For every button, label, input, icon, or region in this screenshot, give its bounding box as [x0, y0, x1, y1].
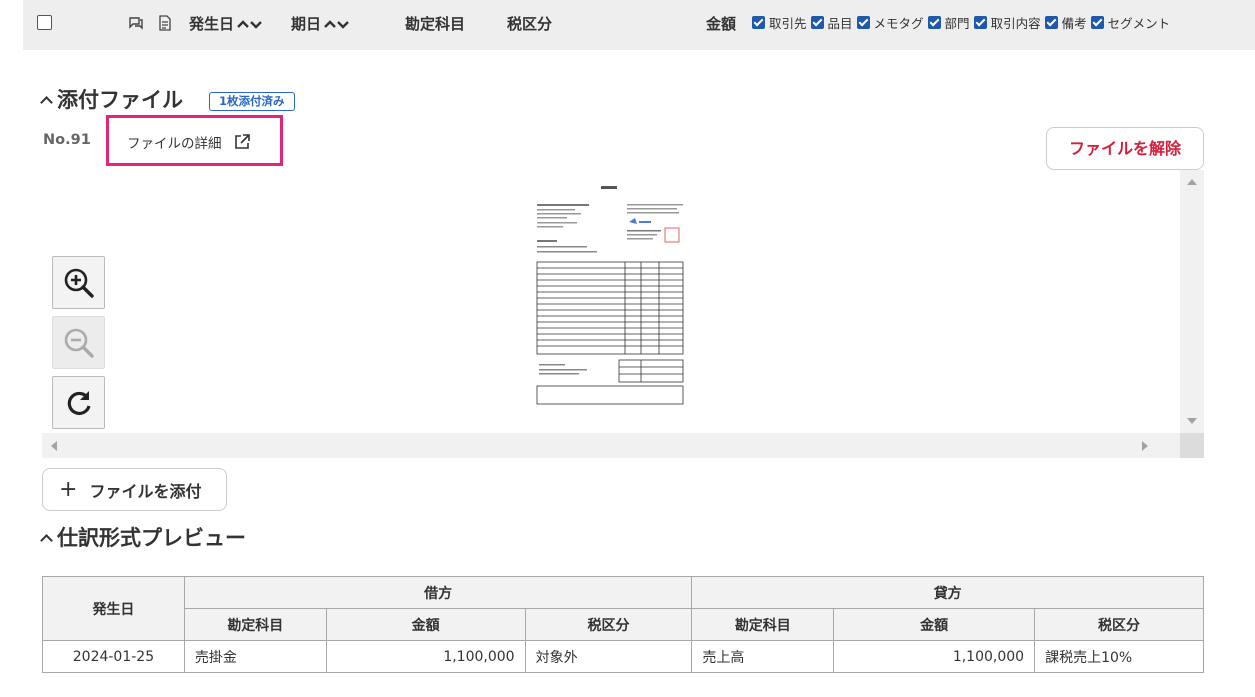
- option-segment[interactable]: セグメント: [1090, 13, 1170, 32]
- checkbox-checked[interactable]: [1090, 16, 1104, 29]
- attachments-section-toggle[interactable]: 添付ファイル: [38, 84, 183, 114]
- cell-credit-amount: 1,100,000: [833, 640, 1036, 673]
- scroll-up-icon[interactable]: [1187, 179, 1197, 185]
- journal-section-toggle[interactable]: 仕訳形式プレビュー: [38, 522, 246, 552]
- attach-file-button[interactable]: + ファイルを添付: [42, 468, 227, 511]
- checkbox-checked[interactable]: [856, 16, 870, 29]
- header-occur-date: 発生日: [42, 576, 185, 641]
- option-partner[interactable]: 取引先: [752, 13, 807, 32]
- zoom-out-button[interactable]: [52, 316, 105, 369]
- cell-debit-account: 売掛金: [183, 640, 327, 673]
- attachments-title: 添付ファイル: [57, 88, 183, 112]
- journal-table: 発生日 借方 貸方 勘定科目 金額 税区分 勘定科目 金額 税区分 2024-0…: [42, 576, 1204, 673]
- collapse-caret-icon: [40, 95, 53, 109]
- checkbox-checked[interactable]: [752, 16, 765, 29]
- checkbox-checked[interactable]: [927, 16, 941, 29]
- journal-title: 仕訳形式プレビュー: [57, 526, 246, 550]
- horizontal-scrollbar[interactable]: [42, 433, 1180, 458]
- document-icon[interactable]: [156, 14, 174, 32]
- scroll-left-icon[interactable]: [51, 441, 57, 451]
- zoom-in-icon: [64, 268, 94, 298]
- select-all-checkbox[interactable]: [37, 15, 52, 30]
- comment-icon[interactable]: [127, 14, 145, 32]
- option-memo-tag[interactable]: メモタグ: [856, 13, 924, 32]
- header-credit-account: 勘定科目: [691, 608, 835, 641]
- plus-icon: +: [59, 476, 78, 502]
- header-credit-amount: 金額: [833, 608, 1036, 641]
- cell-date: 2024-01-25: [42, 640, 185, 673]
- vertical-scrollbar[interactable]: [1180, 170, 1204, 433]
- sort-occur-date[interactable]: 発生日: [189, 13, 264, 34]
- checkbox-checked[interactable]: [1044, 16, 1058, 29]
- sort-arrows-icon: [324, 20, 349, 29]
- scrollbar-corner: [1180, 433, 1204, 458]
- header-debit-account: 勘定科目: [183, 608, 327, 641]
- collapse-caret-icon: [40, 533, 53, 547]
- file-number: No.91: [43, 132, 91, 148]
- header-credit-tax: 税区分: [1034, 608, 1204, 641]
- header-debit-tax: 税区分: [524, 608, 693, 641]
- file-preview-viewer: [42, 170, 1204, 458]
- display-options: 取引先 品目 メモタグ 部門 取引内容 備考 セグメント: [752, 13, 1174, 32]
- checkbox-checked[interactable]: [810, 16, 824, 29]
- invoice-thumbnail: [535, 182, 687, 407]
- external-link-icon: [234, 134, 250, 149]
- header-debit: 借方: [183, 576, 693, 609]
- table-row: 2024-01-25 売掛金 1,100,000 対象外 売上高 1,100,0…: [42, 640, 1204, 673]
- option-section[interactable]: 部門: [927, 13, 970, 32]
- rotate-button[interactable]: [52, 376, 105, 429]
- attachment-count-badge: 1枚添付済み: [209, 92, 295, 111]
- option-remarks[interactable]: 備考: [1044, 13, 1087, 32]
- column-amount: 金額: [706, 15, 737, 33]
- column-tax: 税区分: [507, 15, 553, 33]
- cell-debit-amount: 1,100,000: [325, 640, 526, 673]
- detach-file-button[interactable]: ファイルを解除: [1046, 127, 1204, 170]
- sort-arrows-icon: [237, 20, 262, 29]
- cell-credit-account: 売上高: [691, 640, 835, 673]
- zoom-out-icon: [64, 328, 94, 358]
- rotate-icon: [67, 390, 91, 415]
- option-item[interactable]: 品目: [810, 13, 853, 32]
- sort-due-date[interactable]: 期日: [291, 13, 351, 34]
- cell-credit-tax: 課税売上10%: [1034, 640, 1204, 673]
- list-header-bar: 発生日 期日 勘定科目 税区分 金額 取引先 品目 メモタグ 部門 取引内容 備…: [23, 0, 1255, 50]
- scroll-down-icon[interactable]: [1187, 418, 1197, 424]
- scroll-right-icon[interactable]: [1142, 441, 1148, 451]
- file-detail-link[interactable]: ファイルの詳細: [127, 132, 251, 152]
- checkbox-checked[interactable]: [973, 16, 987, 29]
- header-credit: 貸方: [691, 576, 1204, 609]
- cell-debit-tax: 対象外: [524, 640, 693, 673]
- zoom-in-button[interactable]: [52, 256, 105, 309]
- option-description[interactable]: 取引内容: [973, 13, 1041, 32]
- column-account: 勘定科目: [405, 15, 466, 33]
- header-debit-amount: 金額: [325, 608, 526, 641]
